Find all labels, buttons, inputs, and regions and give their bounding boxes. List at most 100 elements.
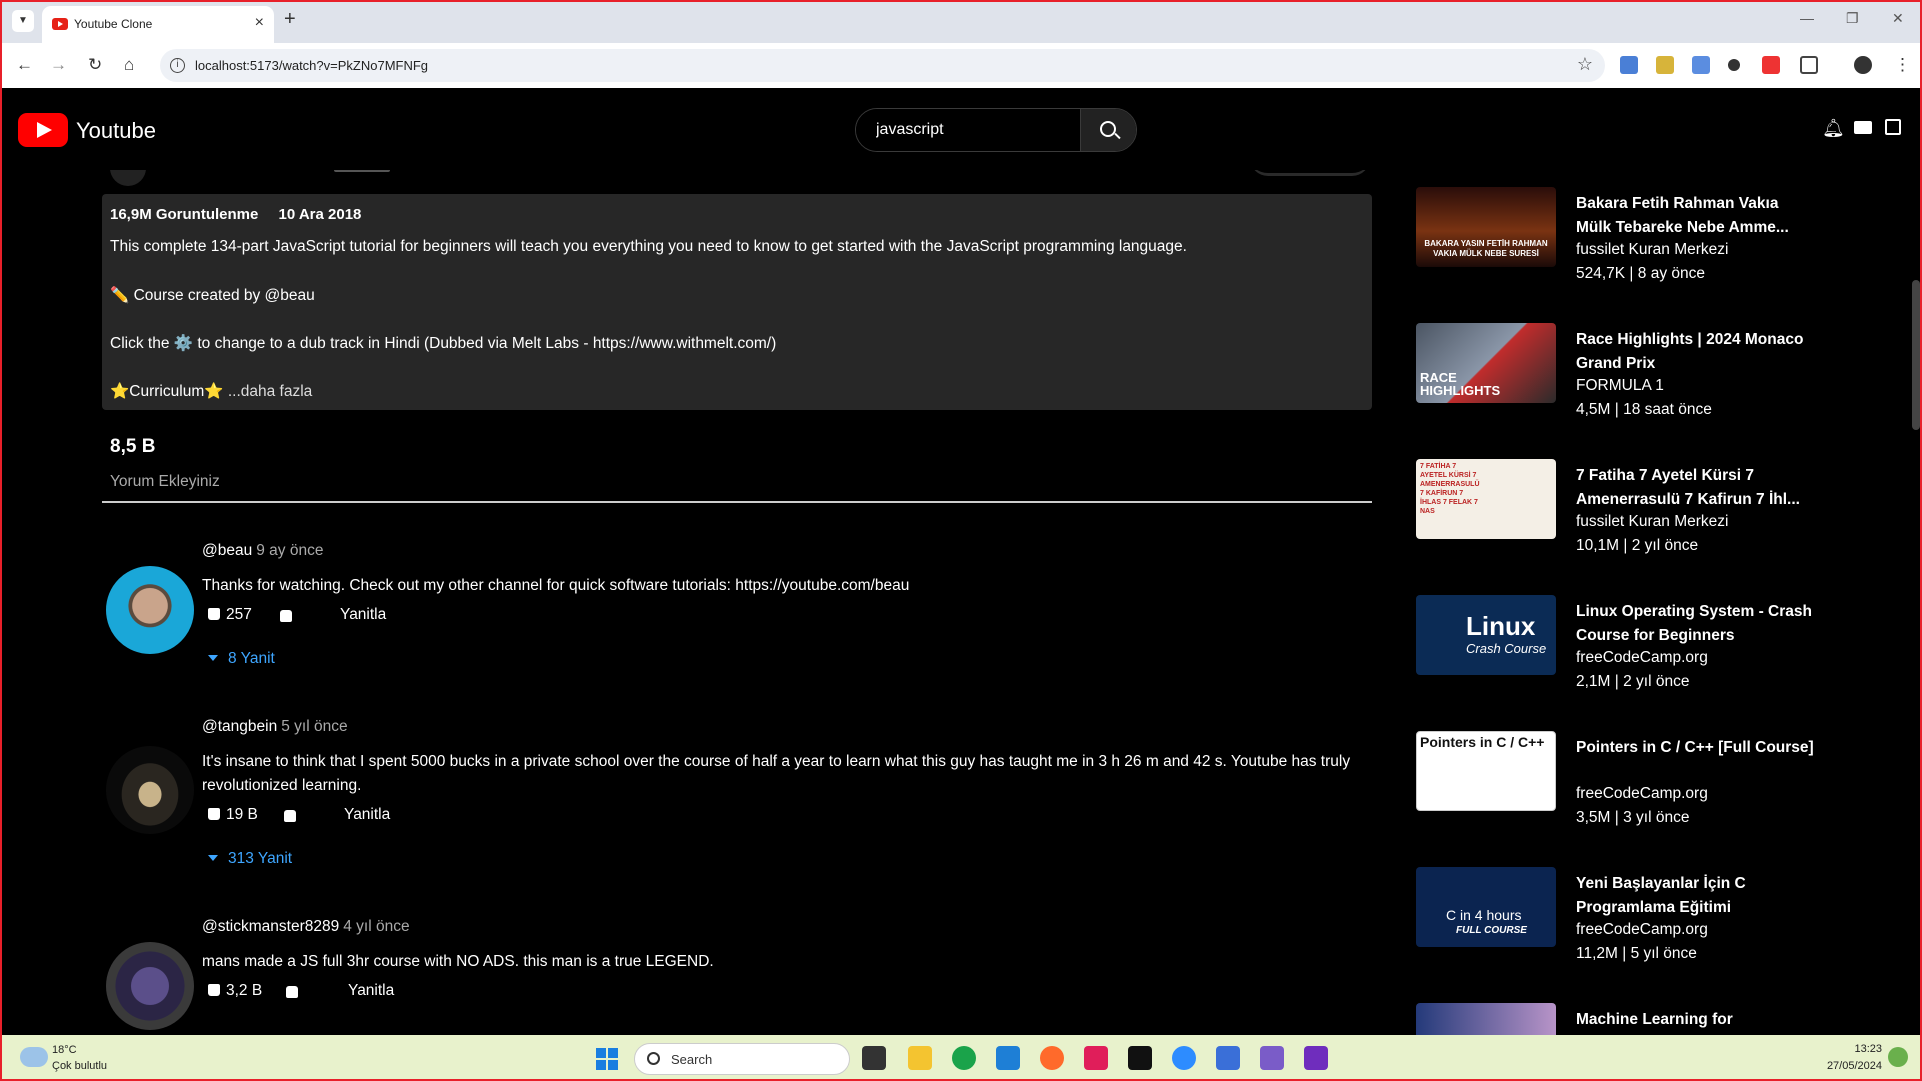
comment-author[interactable]: @stickmanster8289 — [202, 918, 339, 935]
address-bar[interactable]: i localhost:5173/watch?v=PkZNo7MFNFg ☆ — [160, 49, 1605, 82]
add-comment-input[interactable]: Yorum Ekleyiniz — [110, 473, 220, 491]
video-thumbnail[interactable] — [1416, 1003, 1556, 1035]
youtube-logo-icon[interactable] — [18, 113, 68, 147]
show-more-link[interactable]: ...daha fazla — [228, 383, 312, 400]
like-button[interactable]: 3,2 B — [208, 982, 262, 1000]
video-title: Bakara Fetih Rahman Vakıa Mülk Tebareke … — [1576, 195, 1789, 236]
bookmark-star-icon[interactable]: ☆ — [1577, 54, 1593, 75]
recommendation-item[interactable]: Linux Crash Course Linux Operating Syste… — [1416, 578, 1816, 698]
comment-time: 9 ay önce — [256, 542, 324, 559]
video-thumbnail[interactable]: BAKARA YASIN FETİH RAHMAN VAKIA MÜLK NEB… — [1416, 187, 1556, 267]
like-button[interactable]: 257 — [208, 606, 252, 624]
recommendation-item[interactable]: Pointers in C / C++ Pointers in C / C++ … — [1416, 714, 1816, 834]
close-tab-icon[interactable]: × — [255, 14, 264, 32]
new-tab-button[interactable]: + — [284, 8, 296, 31]
comment-author[interactable]: @beau — [202, 542, 252, 559]
video-thumbnail[interactable]: Pointers in C / C++ — [1416, 731, 1556, 811]
chrome-icon[interactable] — [952, 1046, 976, 1070]
page-scrollbar[interactable] — [1912, 280, 1920, 430]
cloudy-weather-icon[interactable] — [20, 1047, 48, 1067]
search-button[interactable] — [1080, 109, 1136, 151]
clock-time[interactable]: 13:23 — [1822, 1043, 1882, 1055]
video-camera-icon[interactable] — [1854, 121, 1872, 134]
recommendation-item[interactable]: C in 4 hours FULL COURSE Yeni Başlayanla… — [1416, 850, 1816, 970]
like-button[interactable]: 19 B — [208, 806, 258, 824]
thumbnail-caption: BAKARA YASIN FETİH RAHMAN VAKIA MÜLK NEB… — [1424, 239, 1548, 258]
remote-desktop-icon[interactable] — [1216, 1046, 1240, 1070]
browser-tab[interactable]: Youtube Clone × — [42, 6, 274, 43]
video-thumbnail[interactable]: Linux Crash Course — [1416, 595, 1556, 675]
video-thumbnail[interactable]: C in 4 hours FULL COURSE — [1416, 867, 1556, 947]
weather-temperature[interactable]: 18°C — [52, 1044, 77, 1056]
search-input[interactable] — [856, 109, 1081, 151]
slack-icon[interactable] — [1084, 1046, 1108, 1070]
bell-icon[interactable]: 🔔︎ — [1822, 118, 1845, 139]
extension-icon[interactable] — [1656, 56, 1674, 74]
dislike-button[interactable] — [284, 808, 302, 826]
video-title: Pointers in C / C++ [Full Course] — [1576, 739, 1814, 756]
avatar[interactable] — [106, 942, 194, 1030]
video-description[interactable]: 16,9M Goruntulenme 10 Ara 2018 This comp… — [102, 194, 1372, 410]
task-view-icon[interactable] — [862, 1046, 886, 1070]
playlist-icon[interactable] — [1885, 119, 1901, 135]
back-icon[interactable]: ← — [16, 55, 33, 75]
tab-list-chevron-icon[interactable]: ▼ — [12, 10, 34, 32]
file-explorer-icon[interactable] — [908, 1046, 932, 1070]
thumbnail-caption: RACE HIGHLIGHTS — [1420, 370, 1501, 398]
forward-icon[interactable]: → — [50, 55, 67, 75]
home-icon[interactable]: ⌂ — [124, 55, 134, 75]
intellij-icon[interactable] — [1128, 1046, 1152, 1070]
view-replies-button[interactable]: 8 Yanit — [208, 650, 275, 668]
clock-date[interactable]: 27/05/2024 — [1802, 1060, 1882, 1072]
curriculum-label: ⭐️Curriculum⭐️ — [110, 383, 224, 400]
recommendation-item[interactable]: RACE HIGHLIGHTS Race Highlights | 2024 M… — [1416, 306, 1816, 426]
close-window-icon[interactable]: ✕ — [1892, 10, 1904, 27]
comment-time: 4 yıl önce — [343, 918, 410, 935]
comment-text: It's insane to think that I spent 5000 b… — [202, 753, 1351, 794]
dislike-button[interactable] — [280, 608, 298, 626]
windows-start-icon[interactable] — [596, 1048, 618, 1070]
video-thumbnail[interactable]: RACE HIGHLIGHTS — [1416, 323, 1556, 403]
brand-name[interactable]: Youtube — [76, 118, 156, 144]
channel-avatar[interactable] — [110, 170, 146, 186]
taskbar-search-box[interactable]: Search — [634, 1043, 850, 1075]
restore-icon[interactable]: ❐ — [1846, 10, 1859, 27]
zoom-icon[interactable] — [1172, 1046, 1196, 1070]
weather-description[interactable]: Çok bulutlu — [52, 1060, 107, 1072]
reload-icon[interactable]: ↻ — [88, 55, 102, 75]
extensions-puzzle-icon[interactable] — [1800, 56, 1818, 74]
profile-avatar[interactable] — [1854, 56, 1872, 74]
reply-button[interactable]: Yanitla — [348, 982, 394, 1000]
avatar[interactable] — [106, 566, 194, 654]
reply-button[interactable]: Yanitla — [340, 606, 386, 624]
bootstrap-studio-icon[interactable] — [1304, 1046, 1328, 1070]
vscode-icon[interactable] — [996, 1046, 1020, 1070]
recommendation-item[interactable]: 7 FATİHA 7 AYETEL KÜRSİ 7 AMENERRASULÜ 7… — [1416, 442, 1816, 562]
extension-off-icon[interactable] — [1762, 56, 1780, 74]
notification-icon[interactable] — [1888, 1047, 1908, 1067]
postman-icon[interactable] — [1040, 1046, 1064, 1070]
subscribe-button-partial[interactable] — [334, 170, 390, 172]
video-thumbnail[interactable]: 7 FATİHA 7 AYETEL KÜRSİ 7 AMENERRASULÜ 7… — [1416, 459, 1556, 539]
dislike-button[interactable] — [286, 984, 304, 1002]
recommendation-item[interactable]: Machine Learning for — [1416, 986, 1816, 1035]
recommendations-sidebar: BAKARA YASIN FETİH RAHMAN VAKIA MÜLK NEB… — [1416, 170, 1816, 1035]
color-picker-extension-icon[interactable] — [1728, 59, 1740, 71]
snipping-tool-icon[interactable] — [1260, 1046, 1284, 1070]
extension-icon[interactable] — [1692, 56, 1710, 74]
video-title: Linux Operating System - Crash Course fo… — [1576, 603, 1812, 644]
actions-button-partial[interactable] — [1250, 170, 1370, 176]
caret-down-icon — [208, 855, 218, 861]
menu-kebab-icon[interactable]: ⋮ — [1894, 55, 1911, 75]
comment-author[interactable]: @tangbein — [202, 718, 277, 735]
youtube-header: Youtube 🔔︎ — [0, 88, 1922, 170]
view-replies-button[interactable]: 313 Yanit — [208, 850, 292, 868]
translate-extension-icon[interactable] — [1620, 56, 1638, 74]
minimize-icon[interactable]: — — [1800, 10, 1814, 26]
site-info-icon[interactable]: i — [170, 58, 185, 73]
reply-button[interactable]: Yanitla — [344, 806, 390, 824]
comment-count: 8,5 B — [110, 436, 156, 457]
thumbnail-caption: Pointers in C / C++ — [1420, 734, 1545, 750]
avatar[interactable] — [106, 746, 194, 834]
recommendation-item[interactable]: BAKARA YASIN FETİH RAHMAN VAKIA MÜLK NEB… — [1416, 170, 1816, 290]
